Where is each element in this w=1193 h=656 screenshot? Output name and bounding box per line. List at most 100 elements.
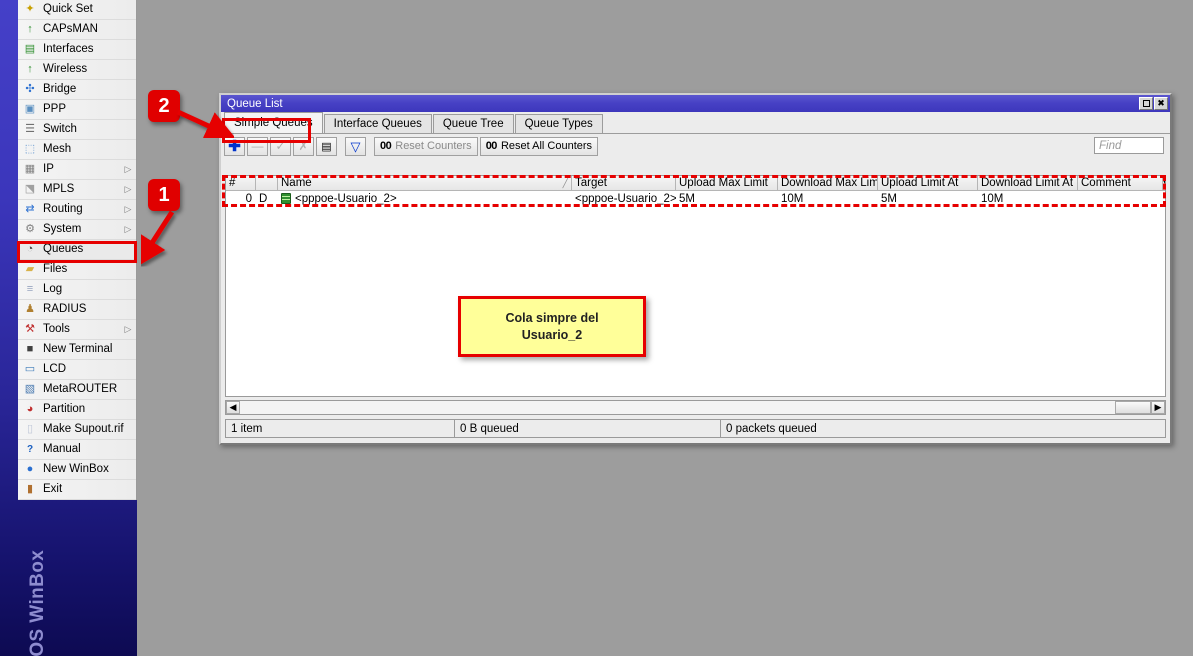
sidebar-item-exit[interactable]: ▮Exit [18, 480, 136, 500]
metarouter-icon: ▧ [21, 382, 39, 398]
tab-simple-queues[interactable]: Simple Queues [224, 112, 323, 133]
sidebar-item-bridge[interactable]: ✣ Bridge [18, 80, 136, 100]
sidebar-item-label: Interfaces [43, 44, 124, 56]
chevron-down-icon: ▼ [1163, 178, 1166, 188]
sidebar-item-wireless[interactable]: ↑Wireless [18, 60, 136, 80]
tab-queue-tree[interactable]: Queue Tree [433, 114, 514, 133]
sidebar-item-interfaces[interactable]: ▤ Interfaces [18, 40, 136, 60]
sidebar-item-tools[interactable]: ⚒Tools▷ [18, 320, 136, 340]
table-row[interactable]: 0D<pppoe-Usuario_2><pppoe-Usuario_2>5M10… [226, 191, 1165, 206]
sidebar-item-partition[interactable]: ◕ Partition [18, 400, 136, 420]
horizontal-scrollbar[interactable]: ◀ ▶ [225, 400, 1166, 415]
log-icon: ≡ [21, 282, 39, 298]
column-header-downat[interactable]: Download Limit At [978, 176, 1078, 190]
sidebar-item-log[interactable]: ≡Log [18, 280, 136, 300]
column-chooser-button[interactable]: ▼ [1163, 176, 1166, 190]
sidebar-item-capsman[interactable]: ↑CAPsMAN [18, 20, 136, 40]
scrollbar-thumb[interactable] [1115, 401, 1151, 414]
sidebar-item-label: Exit [43, 484, 124, 496]
sidebar-item-mpls[interactable]: ⬔MPLS▷ [18, 180, 136, 200]
queues-icon: ◔ [21, 242, 39, 258]
callout-note: Cola simpre del Usuario_2 [458, 296, 646, 357]
routeros-winbox-watermark: RouterOS WinBox [27, 545, 49, 656]
comment-button[interactable]: ▤ [316, 137, 337, 156]
metarouter-icon: ▧ [25, 384, 35, 395]
new-winbox-icon: ● [27, 464, 34, 475]
cell-uploadmax: 5M [676, 191, 778, 206]
wireless-icon: ↑ [27, 64, 33, 75]
sidebar-item-label: Bridge [43, 84, 124, 96]
remove-queue-button[interactable]: — [247, 137, 268, 156]
sidebar-item-label: New WinBox [43, 464, 124, 476]
sidebar-item-ip[interactable]: ▦IP▷ [18, 160, 136, 180]
sidebar-item-lcd[interactable]: ▭LCD [18, 360, 136, 380]
queue-tab-bar: Simple QueuesInterface QueuesQueue TreeQ… [221, 112, 1170, 134]
submenu-arrow-icon: ▷ [124, 204, 136, 215]
sidebar-item-system[interactable]: ⚙System▷ [18, 220, 136, 240]
enable-queue-button[interactable]: ✓ [270, 137, 291, 156]
comment-icon: ▤ [321, 140, 331, 153]
sidebar-item-metarouter[interactable]: ▧MetaROUTER [18, 380, 136, 400]
column-header-comment[interactable]: Comment [1078, 176, 1163, 190]
lcd-monitor-icon: ▭ [21, 362, 39, 378]
callout-line-2: Usuario_2 [522, 327, 582, 344]
window-titlebar[interactable]: Queue List ✖ [221, 95, 1170, 112]
log-icon: ≡ [27, 284, 33, 295]
terminal-icon: ■ [21, 342, 39, 358]
filter-button[interactable]: ▽ [345, 137, 366, 156]
sidebar-item-ppp[interactable]: ▣PPP [18, 100, 136, 120]
cell-downmax: 10M [778, 191, 878, 206]
column-header-uploadmax[interactable]: Upload Max Limit [676, 176, 778, 190]
sidebar-item-new-terminal[interactable]: ■New Terminal [18, 340, 136, 360]
new-winbox-icon: ● [21, 462, 39, 478]
column-header-downmax[interactable]: Download Max Limit [778, 176, 878, 190]
cell-flags: D [256, 191, 278, 206]
partition-pie-icon: ◕ [21, 402, 39, 418]
bridge-icon: ✣ [25, 84, 34, 95]
scrollbar-track[interactable] [240, 401, 1115, 414]
maximize-button[interactable] [1139, 97, 1153, 110]
column-header-uploadat[interactable]: Upload Limit At [878, 176, 978, 190]
sidebar-item-label: Partition [43, 404, 124, 416]
column-header-target[interactable]: Target [572, 176, 676, 190]
cell-comment [1078, 191, 1163, 206]
cell-target: <pppoe-Usuario_2> [572, 191, 676, 206]
disable-queue-button[interactable]: ✗ [293, 137, 314, 156]
status-item-count: 1 item [226, 420, 455, 437]
sidebar-item-files[interactable]: ▰Files [18, 260, 136, 280]
cell-text: 10M [781, 193, 803, 205]
sidebar-item-manual[interactable]: ?Manual [18, 440, 136, 460]
add-queue-button[interactable]: ✚ [224, 137, 245, 156]
scroll-left-arrow-icon[interactable]: ◀ [226, 401, 240, 414]
reset-counters-button[interactable]: 00 Reset Counters [374, 137, 478, 156]
submenu-arrow-icon: ▷ [124, 164, 136, 175]
files-folder-icon: ▰ [21, 262, 39, 278]
column-header-num[interactable]: # [226, 176, 256, 190]
sort-indicator-icon: ╱ [563, 178, 568, 189]
tab-interface-queues[interactable]: Interface Queues [324, 114, 432, 133]
interfaces-icon: ▤ [21, 42, 39, 58]
sidebar-item-mesh[interactable]: ⬚Mesh [18, 140, 136, 160]
sidebar-item-label: Quick Set [43, 4, 124, 16]
scroll-right-arrow-icon[interactable]: ▶ [1151, 401, 1165, 414]
capsman-icon: ↑ [21, 22, 39, 38]
column-header-flags[interactable] [256, 176, 278, 190]
sidebar-item-new-winbox[interactable]: ● New WinBox [18, 460, 136, 480]
sidebar-item-label: PPP [43, 104, 124, 116]
find-input[interactable]: Find [1094, 137, 1164, 154]
tab-queue-types[interactable]: Queue Types [515, 114, 603, 133]
sidebar-item-label: System [43, 224, 124, 236]
close-button[interactable]: ✖ [1154, 97, 1168, 110]
sidebar-item-label: Routing [43, 204, 124, 216]
radius-users-icon: ♟ [21, 302, 39, 318]
reset-all-counters-button[interactable]: 00 Reset All Counters [480, 137, 598, 156]
sidebar-item-routing[interactable]: ⇄Routing▷ [18, 200, 136, 220]
sidebar-item-quick-set[interactable]: ✦Quick Set [18, 0, 136, 20]
reset-all-counters-label: Reset All Counters [501, 140, 592, 152]
ip-icon: ▦ [21, 162, 39, 178]
column-header-name[interactable]: Name╱ [278, 176, 572, 190]
sidebar-item-queues[interactable]: ◔Queues [18, 240, 136, 260]
sidebar-item-make-supout-rif[interactable]: ▯Make Supout.rif [18, 420, 136, 440]
sidebar-item-radius[interactable]: ♟RADIUS [18, 300, 136, 320]
sidebar-item-switch[interactable]: ☰Switch [18, 120, 136, 140]
